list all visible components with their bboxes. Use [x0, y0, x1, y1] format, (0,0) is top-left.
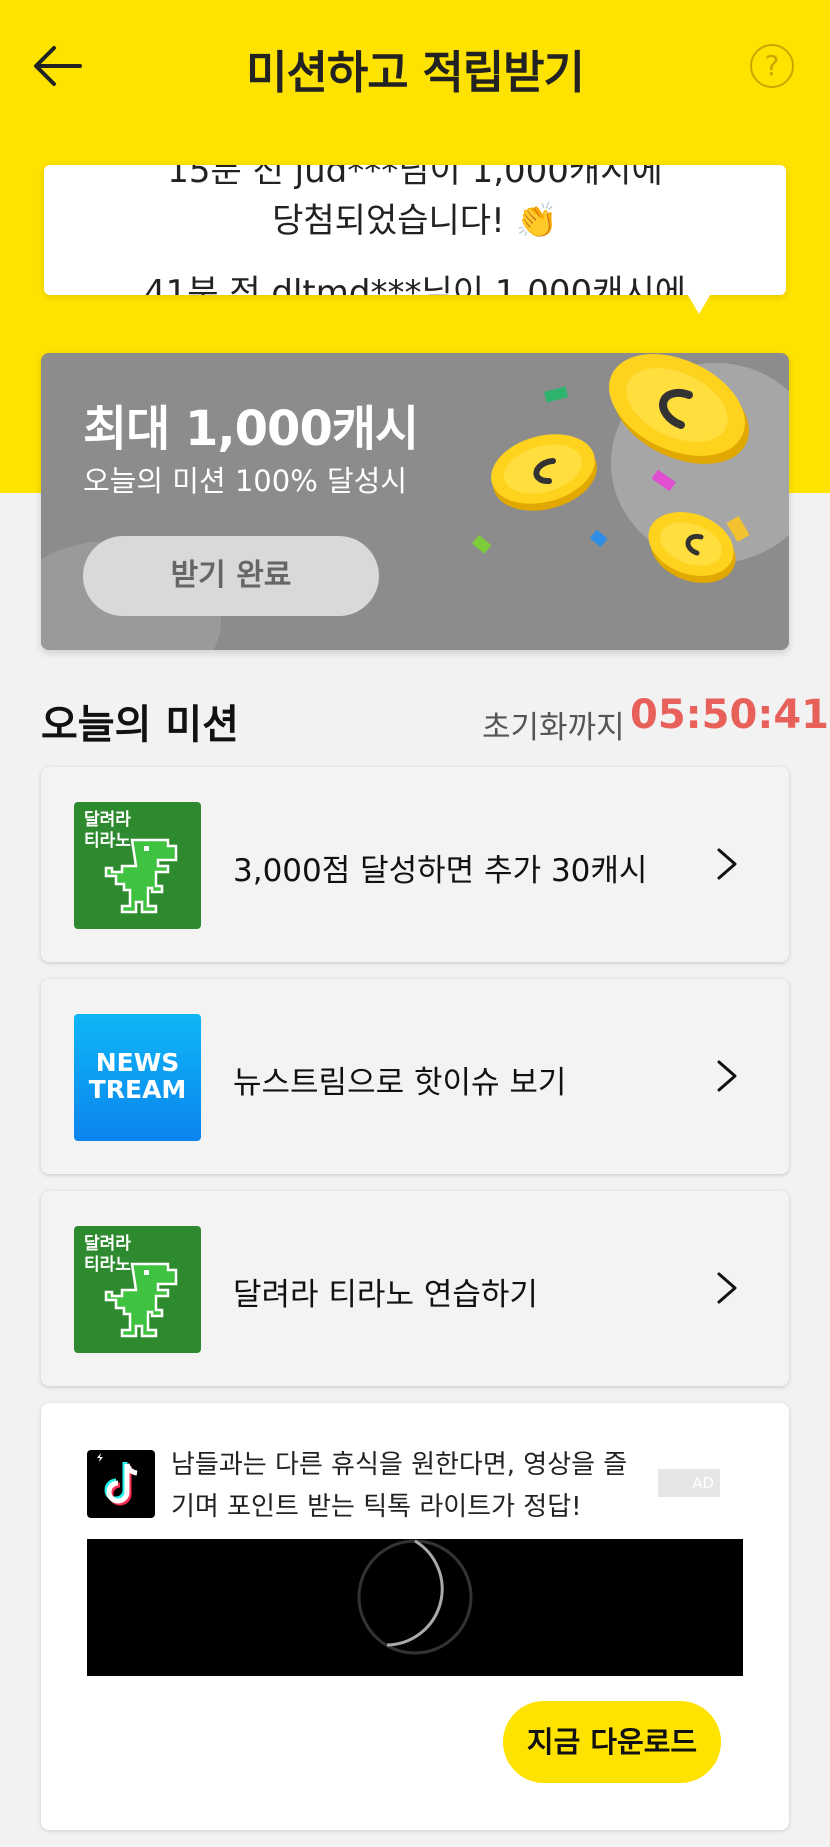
top-app-bar: 미션하고 적립받기 ?	[0, 0, 830, 130]
mission-thumbnail: 달려라 티라노	[74, 1226, 201, 1353]
chevron-right-icon	[717, 1272, 737, 1304]
download-now-button[interactable]: 지금 다운로드	[503, 1701, 721, 1783]
mission-item[interactable]: 달려라 티라노 달려라 티라노 연습하기	[41, 1191, 789, 1386]
ad-video-player[interactable]	[87, 1539, 743, 1676]
section-title: 오늘의 미션	[41, 702, 239, 748]
dino-game-thumbnail: 달려라 티라노	[74, 1226, 201, 1353]
ticker-previous-line: 15분 전 jud***님이 1,000캐시에	[167, 165, 663, 191]
mission-item[interactable]: NEWS TREAM 뉴스트림으로 핫이슈 보기	[41, 979, 789, 1174]
dino-game-thumbnail: 달려라 티라노	[74, 802, 201, 929]
chevron-right-icon	[717, 848, 737, 880]
mission-item[interactable]: 달려라 티라노 3,000점 달성하면 추가 30캐시	[41, 767, 789, 962]
ticker-next-line: 41분 전 dltmd***님이 1,000캐시에	[143, 273, 687, 295]
mission-label: 뉴스트림으로 핫이슈 보기	[233, 1065, 567, 1101]
ad-badge: AD	[658, 1469, 720, 1497]
thumbnail-title: NEWS	[95, 1048, 180, 1077]
music-note-icon	[97, 1453, 138, 1506]
reward-subtitle: 오늘의 미션 100% 달성시	[83, 464, 408, 498]
loading-spinner-icon	[357, 1539, 473, 1655]
mission-thumbnail: NEWS TREAM	[74, 1014, 201, 1141]
mission-label: 3,000점 달성하면 추가 30캐시	[233, 853, 648, 889]
ticker-pointer	[686, 292, 712, 314]
reset-timer: 05:50:41	[630, 692, 829, 738]
reward-title: 최대 1,000캐시	[83, 401, 419, 457]
mission-thumbnail: 달려라 티라노	[74, 802, 201, 929]
thumbnail-title: TREAM	[88, 1075, 187, 1104]
chevron-right-icon	[717, 1060, 737, 1092]
newstream-logo-icon: NEWS TREAM	[74, 1014, 201, 1141]
thumbnail-title: 달려라 티라노	[84, 1234, 131, 1275]
question-circle-icon[interactable]: ?	[750, 44, 794, 88]
mission-label: 달려라 티라노 연습하기	[233, 1277, 538, 1313]
winner-ticker: 15분 전 jud***님이 1,000캐시에 당첨되었습니다! 👏 41분 전…	[44, 165, 786, 295]
coin-icon	[609, 354, 749, 464]
tiktok-logo-icon[interactable]	[87, 1450, 155, 1518]
coin-icon	[648, 512, 736, 583]
reset-label: 초기화까지	[482, 710, 625, 746]
claim-complete-button[interactable]: 받기 완료	[83, 536, 379, 616]
reward-card: 최대 1,000캐시 오늘의 미션 100% 달성시 받기 완료	[41, 353, 789, 650]
coin-icon	[491, 434, 597, 511]
page-title: 미션하고 적립받기	[246, 46, 585, 99]
thumbnail-title: 달려라 티라노	[84, 810, 131, 851]
ad-card: 남들과는 다른 휴식을 원한다면, 영상을 즐기며 포인트 받는 틱톡 라이트가…	[41, 1403, 789, 1830]
ticker-current-line: 당첨되었습니다! 👏	[272, 201, 558, 241]
ad-description: 남들과는 다른 휴식을 원한다면, 영상을 즐기며 포인트 받는 틱톡 라이트가…	[171, 1450, 628, 1522]
